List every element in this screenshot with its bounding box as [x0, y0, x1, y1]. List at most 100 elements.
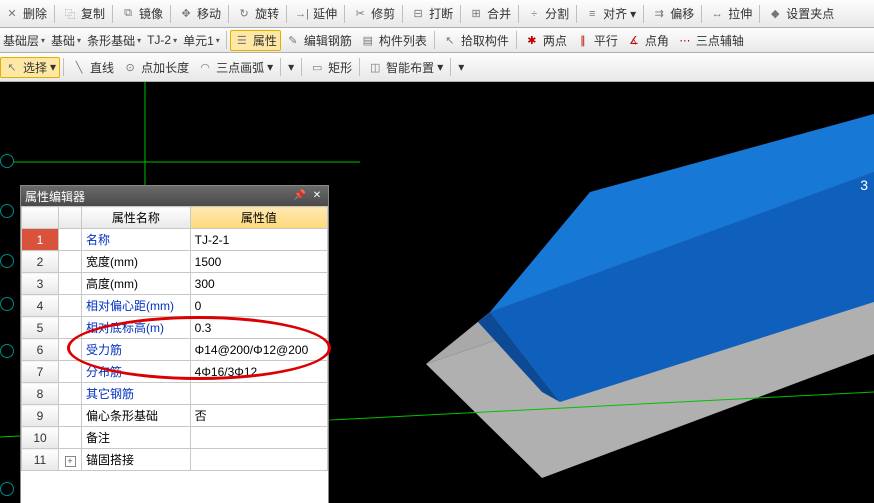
- item-dropdown[interactable]: TJ-2▾: [144, 32, 180, 48]
- table-row[interactable]: 8其它钢筋: [22, 383, 328, 405]
- property-grid[interactable]: 属性名称 属性值 1名称TJ-2-12宽度(mm)15003高度(mm)3004…: [21, 206, 328, 471]
- select-button[interactable]: ↖选择▾: [0, 57, 60, 78]
- expand-cell: [59, 427, 82, 449]
- arc3-button[interactable]: ◠三点画弧▾: [193, 57, 277, 78]
- table-row[interactable]: 9 偏心条形基础否: [22, 405, 328, 427]
- table-row[interactable]: 4相对偏心距(mm)0: [22, 295, 328, 317]
- mirror-button[interactable]: ⧉镜像: [116, 3, 167, 24]
- toolbar-draw: ↖选择▾ ╲直线 ⊙点加长度 ◠三点画弧▾ ▾ ▭矩形 ◫智能布置▾ ▾: [0, 53, 874, 82]
- table-row[interactable]: 2宽度(mm)1500: [22, 251, 328, 273]
- row-number: 10: [22, 427, 59, 449]
- copy-button[interactable]: ⿻复制: [58, 3, 109, 24]
- prop-name: 宽度(mm): [82, 251, 191, 273]
- dimension-h: 3: [860, 177, 868, 193]
- merge-button[interactable]: ⊞合并: [464, 3, 515, 24]
- copy-icon: ⿻: [62, 6, 78, 22]
- col-name: 属性名称: [82, 207, 191, 229]
- row-number: 8: [22, 383, 59, 405]
- trim-button[interactable]: ✂修剪: [348, 3, 399, 24]
- expand-cell: [59, 339, 82, 361]
- line-button[interactable]: ╲直线: [67, 57, 118, 78]
- point-angle-button[interactable]: ∡点角: [622, 30, 673, 51]
- row-number: 9: [22, 405, 59, 427]
- align-button[interactable]: ≡对齐▾: [580, 3, 640, 24]
- trim-icon: ✂: [352, 6, 368, 22]
- layer-dropdown[interactable]: 基础层▾: [0, 31, 48, 50]
- axis-marker: [0, 254, 14, 268]
- prop-value[interactable]: [190, 427, 327, 449]
- move-button[interactable]: ✥移动: [174, 3, 225, 24]
- prop-value[interactable]: [190, 449, 327, 471]
- prop-value[interactable]: [190, 383, 327, 405]
- panel-title: 属性编辑器: [25, 188, 85, 205]
- list-icon: ▤: [360, 32, 376, 48]
- expand-cell: [59, 251, 82, 273]
- toolbar-context: 基础层▾ 基础▾ 条形基础▾ TJ-2▾ 单元1▾ ☰属性 ✎编辑钢筋 ▤构件列…: [0, 28, 874, 53]
- prop-value[interactable]: 0: [190, 295, 327, 317]
- prop-name: 相对底标高(m): [82, 317, 191, 339]
- point-angle-icon: ∡: [626, 32, 642, 48]
- delete-button[interactable]: ✕删除: [0, 3, 51, 24]
- expand-cell: [59, 383, 82, 405]
- expand-cell: [59, 317, 82, 339]
- row-number: 3: [22, 273, 59, 295]
- more-dropdown[interactable]: ▾: [284, 58, 298, 76]
- table-row[interactable]: 1名称TJ-2-1: [22, 229, 328, 251]
- model-viewport[interactable]: 30 3 Z 属性编辑器 📌 ✕ 属性名称 属性值 1名称TJ-2-12宽度(m…: [0, 82, 874, 503]
- table-row[interactable]: 3 高度(mm)300: [22, 273, 328, 295]
- smart-icon: ◫: [367, 59, 383, 75]
- table-row[interactable]: 6 受力筋Φ14@200/Φ12@200: [22, 339, 328, 361]
- type-dropdown[interactable]: 条形基础▾: [84, 31, 144, 50]
- expand-cell[interactable]: +: [59, 449, 82, 471]
- prop-value[interactable]: Φ14@200/Φ12@200: [190, 339, 327, 361]
- smart-layout-button[interactable]: ◫智能布置▾: [363, 57, 447, 78]
- rect-button[interactable]: ▭矩形: [305, 57, 356, 78]
- edit-rebar-button[interactable]: ✎编辑钢筋: [281, 30, 356, 51]
- prop-value[interactable]: 1500: [190, 251, 327, 273]
- table-row[interactable]: 11+锚固搭接: [22, 449, 328, 471]
- pin-icon[interactable]: 📌: [293, 189, 307, 203]
- row-number: 6: [22, 339, 59, 361]
- panel-titlebar[interactable]: 属性编辑器 📌 ✕: [21, 186, 328, 206]
- unit-dropdown[interactable]: 单元1▾: [180, 31, 223, 50]
- axis-marker: [0, 154, 14, 168]
- table-row[interactable]: 5 相对底标高(m)0.3: [22, 317, 328, 339]
- prop-name: 偏心条形基础: [82, 405, 191, 427]
- delete-icon: ✕: [4, 6, 20, 22]
- prop-name: 锚固搭接: [82, 449, 191, 471]
- table-row[interactable]: 10备注: [22, 427, 328, 449]
- prop-name: 高度(mm): [82, 273, 191, 295]
- prop-value[interactable]: TJ-2-1: [190, 229, 327, 251]
- row-number: 1: [22, 229, 59, 251]
- prop-value[interactable]: 4Φ16/3Φ12: [190, 361, 327, 383]
- rebar-icon: ✎: [285, 32, 301, 48]
- prop-name: 受力筋: [82, 339, 191, 361]
- three-point-aux-button[interactable]: ⋯三点辅轴: [673, 30, 748, 51]
- row-number: 5: [22, 317, 59, 339]
- split-button[interactable]: ÷分割: [522, 3, 573, 24]
- rotate-button[interactable]: ↻旋转: [232, 3, 283, 24]
- prop-value[interactable]: 300: [190, 273, 327, 295]
- two-point-button[interactable]: ✱两点: [520, 30, 571, 51]
- prop-name: 相对偏心距(mm): [82, 295, 191, 317]
- table-row[interactable]: 7分布筋4Φ16/3Φ12: [22, 361, 328, 383]
- point-length-button[interactable]: ⊙点加长度: [118, 57, 193, 78]
- axis-marker: [0, 482, 14, 496]
- offset-button[interactable]: ⇉偏移: [647, 3, 698, 24]
- grip-button[interactable]: ◆设置夹点: [763, 3, 838, 24]
- prop-value[interactable]: 否: [190, 405, 327, 427]
- close-icon[interactable]: ✕: [310, 189, 324, 203]
- parallel-button[interactable]: ∥平行: [571, 30, 622, 51]
- properties-button[interactable]: ☰属性: [230, 30, 281, 51]
- group-dropdown[interactable]: 基础▾: [48, 31, 84, 50]
- stretch-button[interactable]: ↔拉伸: [705, 3, 756, 24]
- extend-button[interactable]: →|延伸: [290, 3, 341, 24]
- member-list-button[interactable]: ▤构件列表: [356, 30, 431, 51]
- pick-member-button[interactable]: ↖拾取构件: [438, 30, 513, 51]
- extend-icon: →|: [294, 6, 310, 22]
- expand-cell: [59, 273, 82, 295]
- prop-value[interactable]: 0.3: [190, 317, 327, 339]
- more2-dropdown[interactable]: ▾: [454, 58, 468, 76]
- point-length-icon: ⊙: [122, 59, 138, 75]
- break-button[interactable]: ⊟打断: [406, 3, 457, 24]
